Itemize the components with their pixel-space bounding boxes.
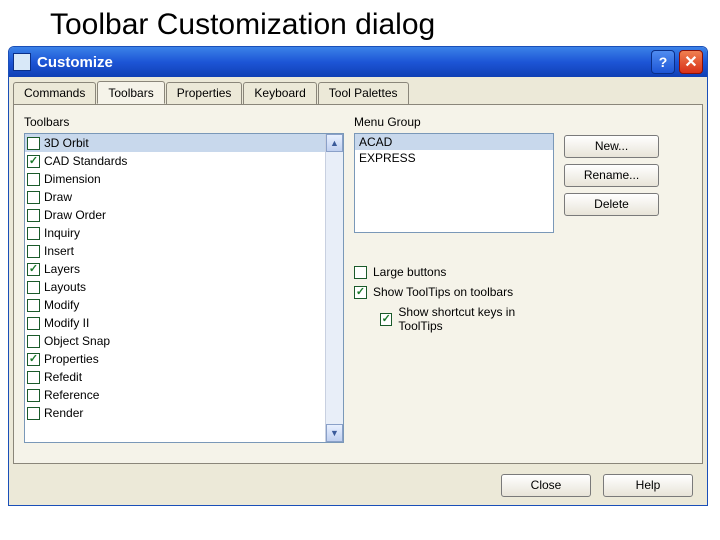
- list-item[interactable]: Draw: [25, 188, 325, 206]
- help-button[interactable]: Help: [603, 474, 693, 497]
- list-item[interactable]: Refedit: [25, 368, 325, 386]
- new-button[interactable]: New...: [564, 135, 659, 158]
- customize-window: Customize ? ✕ Commands Toolbars Properti…: [8, 46, 708, 506]
- list-item-label: Inquiry: [44, 226, 80, 240]
- list-item-label: Render: [44, 406, 83, 420]
- checkbox-icon[interactable]: [354, 266, 367, 279]
- checkbox-icon[interactable]: [27, 137, 40, 150]
- app-icon: [13, 53, 31, 71]
- scroll-down-icon[interactable]: ▼: [326, 424, 343, 442]
- delete-button[interactable]: Delete: [564, 193, 659, 216]
- toolbars-listbox[interactable]: 3D Orbit ✓ CAD Standards Dimension Draw Draw …: [24, 133, 344, 443]
- list-item[interactable]: ✓ Properties: [25, 350, 325, 368]
- list-item[interactable]: Draw Order: [25, 206, 325, 224]
- list-item-label: Refedit: [44, 370, 82, 384]
- tab-properties[interactable]: Properties: [166, 82, 243, 105]
- list-item-label: Layers: [44, 262, 80, 276]
- list-item[interactable]: Modify: [25, 296, 325, 314]
- checkbox-icon[interactable]: [27, 245, 40, 258]
- scroll-up-icon[interactable]: ▲: [326, 134, 343, 152]
- list-item[interactable]: Insert: [25, 242, 325, 260]
- option-label: Show shortcut keys in ToolTips: [398, 305, 554, 333]
- tab-keyboard[interactable]: Keyboard: [243, 82, 316, 105]
- list-item-label: Modify II: [44, 316, 89, 330]
- checkbox-icon[interactable]: ✓: [27, 263, 40, 276]
- list-item-label: CAD Standards: [44, 154, 127, 168]
- checkbox-icon[interactable]: [27, 227, 40, 240]
- menugroup-label: Menu Group: [354, 115, 554, 129]
- toolbars-label: Toolbars: [24, 115, 344, 129]
- checkbox-icon[interactable]: ✓: [354, 286, 367, 299]
- list-item[interactable]: ✓ Layers: [25, 260, 325, 278]
- checkbox-icon[interactable]: [27, 317, 40, 330]
- tab-panel: Toolbars 3D Orbit ✓ CAD Standards Dimension…: [13, 104, 703, 464]
- list-item[interactable]: Object Snap: [25, 332, 325, 350]
- tab-tool-palettes[interactable]: Tool Palettes: [318, 82, 409, 105]
- checkbox-icon[interactable]: [27, 371, 40, 384]
- list-item-label: 3D Orbit: [44, 136, 89, 150]
- list-item[interactable]: ✓ CAD Standards: [25, 152, 325, 170]
- checkbox-icon[interactable]: ✓: [380, 313, 392, 326]
- list-item-label: Reference: [44, 388, 99, 402]
- list-item-label: Draw: [44, 190, 72, 204]
- help-titlebar-button[interactable]: ?: [651, 50, 675, 74]
- option-large-buttons[interactable]: Large buttons: [354, 265, 554, 279]
- list-item[interactable]: EXPRESS: [355, 150, 553, 166]
- checkbox-icon[interactable]: [27, 281, 40, 294]
- options-group: Large buttons ✓ Show ToolTips on toolbar…: [354, 265, 554, 333]
- checkbox-icon[interactable]: ✓: [27, 353, 40, 366]
- close-titlebar-button[interactable]: ✕: [679, 50, 703, 74]
- checkbox-icon[interactable]: [27, 335, 40, 348]
- checkbox-icon[interactable]: [27, 209, 40, 222]
- toolbars-column: Toolbars 3D Orbit ✓ CAD Standards Dimension…: [24, 115, 344, 453]
- window-title: Customize: [37, 54, 647, 71]
- list-item[interactable]: Modify II: [25, 314, 325, 332]
- list-item-label: Modify: [44, 298, 79, 312]
- list-item-label: Draw Order: [44, 208, 106, 222]
- checkbox-icon[interactable]: [27, 407, 40, 420]
- option-show-tooltips[interactable]: ✓ Show ToolTips on toolbars: [354, 285, 554, 299]
- option-show-shortcut[interactable]: ✓ Show shortcut keys in ToolTips: [380, 305, 554, 333]
- list-item[interactable]: ACAD: [355, 134, 553, 150]
- list-item[interactable]: 3D Orbit: [25, 134, 325, 152]
- titlebar[interactable]: Customize ? ✕: [9, 47, 707, 77]
- list-item[interactable]: Reference: [25, 386, 325, 404]
- list-item[interactable]: Dimension: [25, 170, 325, 188]
- checkbox-icon[interactable]: [27, 389, 40, 402]
- dialog-buttons: Close Help: [9, 464, 707, 497]
- checkbox-icon[interactable]: [27, 173, 40, 186]
- list-item-label: Object Snap: [44, 334, 110, 348]
- menugroup-listbox[interactable]: ACADEXPRESS: [354, 133, 554, 233]
- option-label: Show ToolTips on toolbars: [373, 285, 513, 299]
- list-item-label: Properties: [44, 352, 99, 366]
- tab-commands[interactable]: Commands: [13, 82, 96, 105]
- tab-strip: Commands Toolbars Properties Keyboard To…: [9, 77, 707, 104]
- page-heading: Toolbar Customization dialog: [0, 0, 720, 46]
- list-item[interactable]: Layouts: [25, 278, 325, 296]
- action-buttons-column: New... Rename... Delete: [564, 115, 692, 453]
- menugroup-column: Menu Group ACADEXPRESS Large buttons ✓ S…: [354, 115, 554, 453]
- rename-button[interactable]: Rename...: [564, 164, 659, 187]
- checkbox-icon[interactable]: [27, 299, 40, 312]
- tab-toolbars[interactable]: Toolbars: [97, 81, 164, 104]
- list-item[interactable]: Inquiry: [25, 224, 325, 242]
- list-item-label: Insert: [44, 244, 74, 258]
- close-button[interactable]: Close: [501, 474, 591, 497]
- checkbox-icon[interactable]: [27, 191, 40, 204]
- list-item-label: Layouts: [44, 280, 86, 294]
- toolbars-scrollbar[interactable]: ▲ ▼: [325, 134, 343, 442]
- checkbox-icon[interactable]: ✓: [27, 155, 40, 168]
- list-item[interactable]: Render: [25, 404, 325, 422]
- list-item-label: Dimension: [44, 172, 101, 186]
- option-label: Large buttons: [373, 265, 446, 279]
